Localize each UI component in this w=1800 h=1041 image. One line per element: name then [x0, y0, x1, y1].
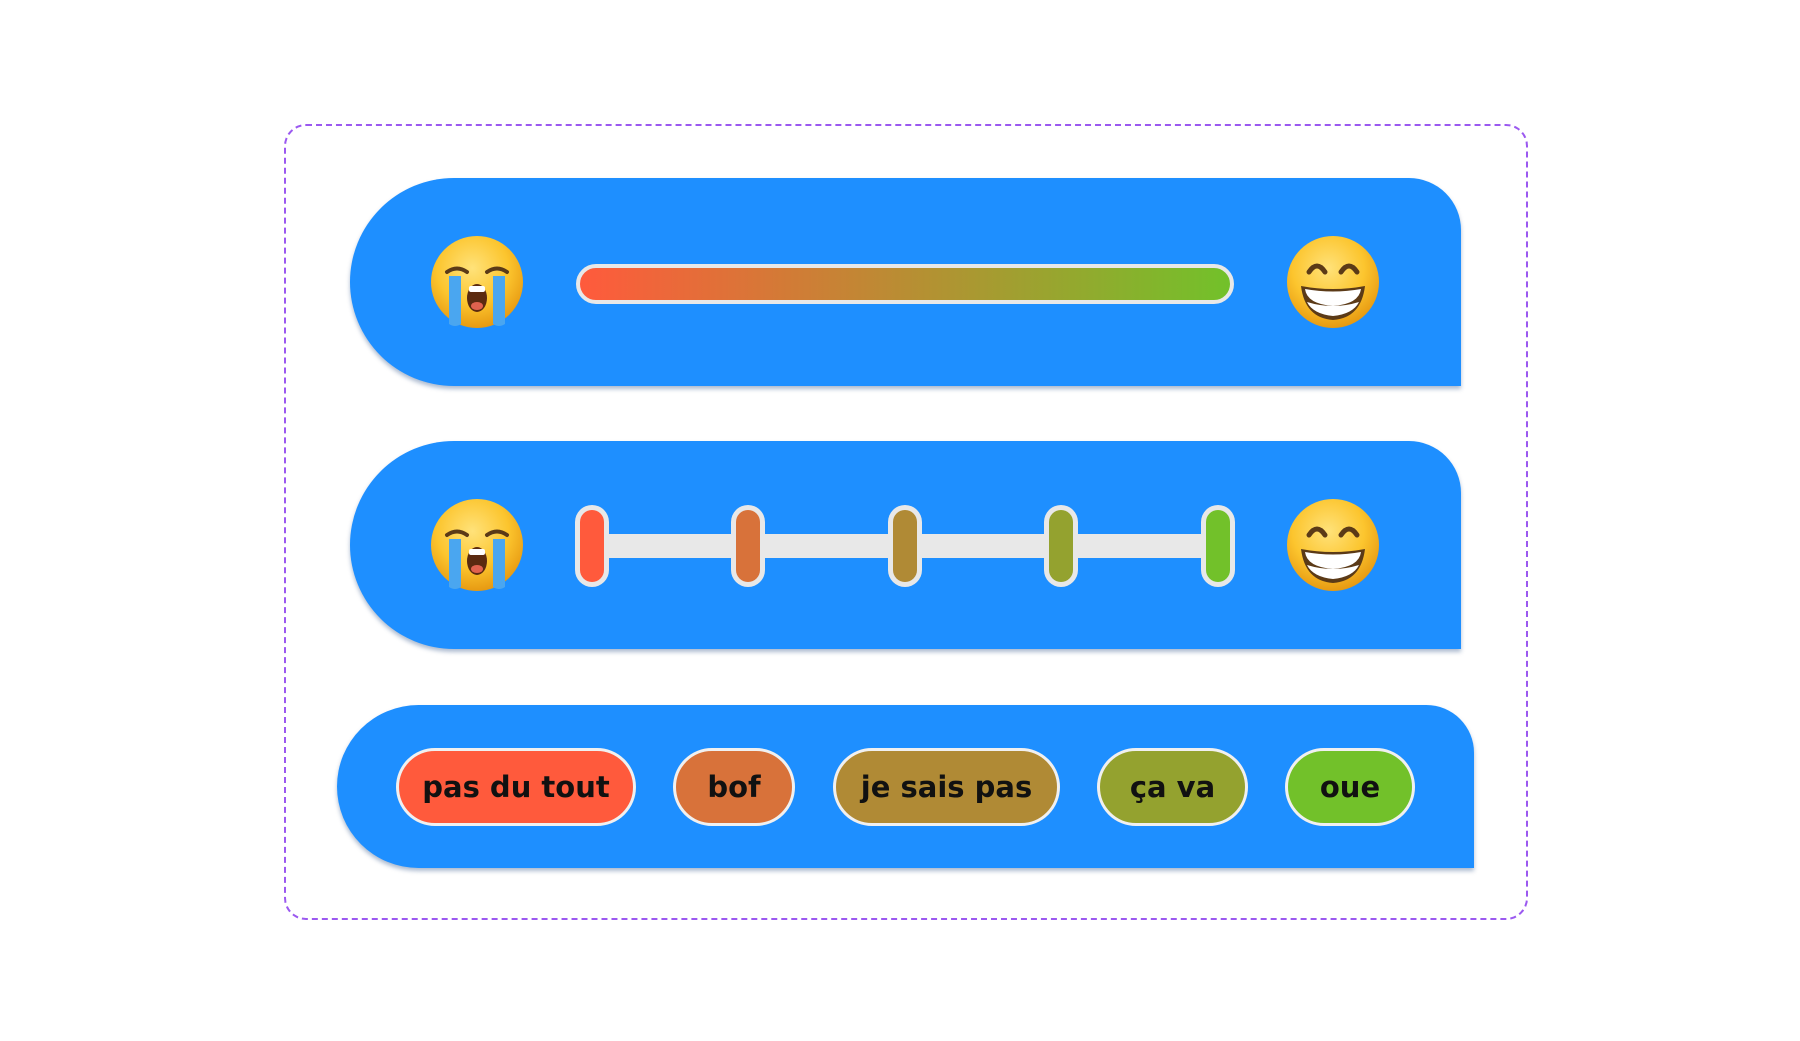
choice-chip-pas-du-tout[interactable]: pas du tout — [396, 748, 636, 826]
choice-chip-je-sais-pas[interactable]: je sais pas — [833, 748, 1060, 826]
grinning-face-with-smiling-eyes-icon — [1283, 232, 1383, 332]
choice-chip-bof[interactable]: bof — [673, 748, 795, 826]
stepped-slider[interactable] — [574, 504, 1236, 588]
loudly-crying-face-icon — [427, 495, 527, 595]
choice-chip-ca-va[interactable]: ça va — [1097, 748, 1248, 826]
loudly-crying-face-icon — [427, 232, 527, 332]
grinning-face-with-smiling-eyes-icon — [1283, 495, 1383, 595]
choice-chip-oue[interactable]: oue — [1285, 748, 1415, 826]
continuous-slider-track[interactable] — [576, 264, 1234, 304]
